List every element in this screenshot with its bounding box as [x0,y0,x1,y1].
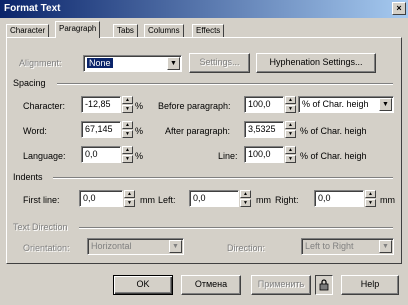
right-indent-input[interactable]: 0,0 [314,190,364,207]
left-indent-stepper[interactable]: ▲ ▼ [240,190,251,207]
paragraph-panel: Alignment: None ▼ Settings... Hyphenatio… [6,37,402,264]
alignment-select[interactable]: None ▼ [83,55,182,72]
help-button[interactable]: Help [341,275,399,295]
tab-tabs[interactable]: Tabs [113,24,138,38]
lock-icon [319,279,329,291]
first-line-stepper[interactable]: ▲ ▼ [124,190,135,207]
divider [53,177,393,179]
before-paragraph-unit-select[interactable]: % of Char. heigh ▼ [298,96,394,113]
chevron-down-icon[interactable]: ▼ [169,240,182,253]
after-paragraph-input[interactable]: 3,5325 [244,121,284,138]
tab-character[interactable]: Character [6,24,50,38]
first-line-input[interactable]: 0,0 [79,190,123,207]
first-line-label: First line: [23,195,60,205]
indents-section-label: Indents [13,172,43,182]
chevron-down-icon[interactable]: ▼ [379,240,392,253]
alignment-label: Alignment: [19,58,62,68]
apply-button[interactable]: Применить [251,275,311,295]
left-indent-unit: mm [256,195,271,205]
line-spacing-unit: % of Char. heigh [300,151,367,161]
divider [57,83,393,85]
spacing-section-label: Spacing [13,78,46,88]
text-direction-section-label: Text Direction [13,222,68,232]
tab-label: Paragraph [59,24,97,33]
window-title: Format Text [4,3,61,14]
tab-paragraph[interactable]: Paragraph [55,21,101,38]
title-bar: Format Text × [0,0,408,18]
character-spacing-label: Character: [23,101,66,111]
word-spacing-input[interactable]: 67,145 [81,121,121,138]
hyphenation-settings-button[interactable]: Hyphenation Settings... [256,53,376,73]
right-indent-label: Right: [275,195,299,205]
after-paragraph-label: After paragraph: [165,126,231,136]
word-spacing-stepper[interactable]: ▲ ▼ [122,121,133,138]
divider [79,227,393,229]
before-paragraph-input[interactable]: 100,0 [244,96,284,113]
direction-select[interactable]: Left to Right ▼ [301,238,394,255]
right-indent-stepper[interactable]: ▲ ▼ [365,190,376,207]
line-spacing-input[interactable]: 100,0 [244,146,284,163]
chevron-down-icon[interactable]: ▼ [167,57,180,70]
line-spacing-stepper[interactable]: ▲ ▼ [285,146,296,163]
before-paragraph-stepper[interactable]: ▲ ▼ [285,96,296,113]
close-icon: × [396,3,402,13]
tab-effects[interactable]: Effects [192,24,225,38]
right-indent-unit: mm [380,195,395,205]
tab-label: Character [10,26,46,35]
direction-value: Left to Right [305,241,354,251]
before-paragraph-unit: % of Char. heigh [302,99,369,109]
first-line-unit: mm [140,195,155,205]
left-indent-input[interactable]: 0,0 [189,190,239,207]
orientation-label: Orientation: [23,243,70,253]
language-spacing-unit: % [135,151,144,161]
cancel-button[interactable]: Отмена [181,275,241,295]
language-spacing-label: Language: [23,151,66,161]
word-spacing-unit: % [135,126,144,136]
alignment-value: None [87,58,113,68]
tab-label: Tabs [117,26,134,35]
chevron-down-icon[interactable]: ▼ [379,98,392,111]
line-spacing-label: Line: [218,151,238,161]
orientation-value: Horizontal [91,241,132,251]
character-spacing-input[interactable]: -12,85 [81,96,121,113]
after-paragraph-unit: % of Char. heigh [300,126,367,136]
before-paragraph-label: Before paragraph: [158,101,231,111]
word-spacing-label: Word: [23,126,47,136]
character-spacing-stepper[interactable]: ▲ ▼ [122,96,133,113]
orientation-select[interactable]: Horizontal ▼ [87,238,184,255]
lock-button[interactable] [315,275,333,295]
settings-button[interactable]: Settings... [189,53,250,73]
tab-label: Columns [148,26,180,35]
language-spacing-input[interactable]: 0,0 [81,146,121,163]
tab-columns[interactable]: Columns [144,24,184,38]
character-spacing-unit: % [135,101,144,111]
direction-label: Direction: [227,243,266,253]
close-button[interactable]: × [392,2,406,15]
ok-button[interactable]: OK [113,275,173,295]
tab-label: Effects [196,26,221,35]
language-spacing-stepper[interactable]: ▲ ▼ [122,146,133,163]
left-indent-label: Left: [158,195,176,205]
after-paragraph-stepper[interactable]: ▲ ▼ [285,121,296,138]
